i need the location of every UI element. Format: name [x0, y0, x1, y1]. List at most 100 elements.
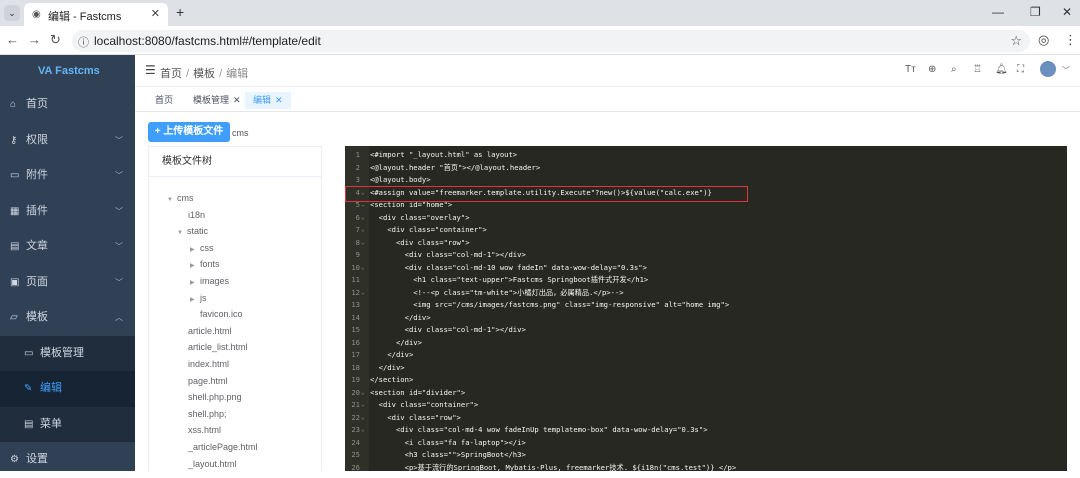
code-line[interactable]: 20 ⌄ <section id="divider"> [345, 387, 1067, 400]
tree-node-folder[interactable]: ▶ fonts [190, 256, 220, 272]
code-line[interactable]: 17 </div> [345, 349, 1067, 362]
fold-toggle-icon[interactable]: ⌄ [361, 224, 365, 237]
tag-edit[interactable]: 编辑 ✕ [245, 92, 291, 109]
code-line[interactable]: 3 <@layout.body> [345, 174, 1067, 187]
fold-toggle-icon[interactable]: ⌄ [361, 412, 365, 425]
tree-node-file[interactable]: article_list.html [188, 339, 248, 355]
key-icon: ⚷ [10, 134, 18, 146]
tree-node-file[interactable]: index.html [188, 356, 229, 372]
font-size-icon[interactable]: Tт [905, 64, 916, 75]
fold-toggle-icon[interactable]: ⌄ [361, 287, 365, 300]
code-line[interactable]: 21 ⌄ <div class="container"> [345, 399, 1067, 412]
code-line[interactable]: 13 <img src="/cms/images/fastcms.png" cl… [345, 299, 1067, 312]
skin-icon[interactable]: ♖ [973, 64, 982, 75]
app-logo[interactable]: VA Fastcms [0, 55, 135, 87]
chevron-down-icon[interactable]: ﹀ [1062, 65, 1070, 76]
tree-node-file[interactable]: i18n [188, 207, 205, 223]
code-line[interactable]: 26 <p>基于流行的SpringBoot, Mybatis-Plus, fre… [345, 462, 1067, 472]
close-window-icon[interactable]: ✕ [1062, 5, 1072, 19]
code-line[interactable]: 7 ⌄ <div class="container"> [345, 224, 1067, 237]
code-line[interactable]: 2 <@layout.header "首页"></@layout.header> [345, 162, 1067, 175]
code-text: <div class="col-md-1"></div> [370, 325, 526, 334]
fold-toggle-icon[interactable]: ⌄ [361, 387, 365, 400]
sidebar-item-edit[interactable]: ✎ 编辑 [0, 371, 135, 407]
sidebar-item-plugins[interactable]: ▦ 插件 ﹀ [0, 194, 135, 230]
new-tab-icon[interactable]: + [176, 4, 184, 20]
fold-toggle-icon[interactable]: ⌄ [361, 237, 365, 250]
code-line[interactable]: 24 <i class="fa fa-laptop"></i> [345, 437, 1067, 450]
code-line[interactable]: 25 <h3 class="">SpringBoot</h3> [345, 449, 1067, 462]
browser-menu-icon[interactable]: ⋮ [1064, 32, 1077, 48]
sidebar-item-articles[interactable]: ▤ 文章 ﹀ [0, 229, 135, 265]
code-editor[interactable]: 1 <#import "_layout.html" as layout> 2 <@la… [345, 146, 1067, 471]
tree-node-file[interactable]: _articlePage.html [188, 439, 258, 455]
tree-node-folder[interactable]: ▶ images [190, 273, 229, 289]
code-line[interactable]: 23 ⌄ <div class="col-md-4 wow fadeInUp te… [345, 424, 1067, 437]
code-line[interactable]: 14 </div> [345, 312, 1067, 325]
code-line[interactable]: 12 ⌄ <!--<p class="tm-white">小橘灯出品，必属精品.<… [345, 287, 1067, 300]
site-info-icon[interactable]: ⓘ [78, 34, 89, 50]
tag-template-manage[interactable]: 模板管理 ✕ [185, 92, 249, 109]
tree-node-file[interactable]: article.html [188, 323, 232, 339]
fold-toggle-icon[interactable]: ⌄ [361, 212, 365, 225]
tree-node-file[interactable]: xss.html [188, 422, 221, 438]
close-icon[interactable]: ✕ [233, 95, 241, 105]
close-icon[interactable]: ✕ [275, 95, 283, 105]
code-line[interactable]: 8 ⌄ <div class="row"> [345, 237, 1067, 250]
code-line[interactable]: 18 </div> [345, 362, 1067, 375]
language-icon[interactable]: ⊕ [928, 64, 936, 75]
account-icon[interactable]: ◎ [1038, 32, 1049, 48]
tree-node-folder[interactable]: ▼ static [177, 223, 208, 239]
minimize-icon[interactable]: — [992, 5, 1004, 19]
tree-node-folder[interactable]: ▶ js [190, 290, 207, 306]
sidebar-item-menu[interactable]: ▤ 菜单 [0, 406, 135, 442]
tree-node-file[interactable]: shell.php; [188, 406, 227, 422]
reload-icon[interactable]: ↻ [50, 32, 61, 48]
tag-home[interactable]: 首页 [147, 92, 182, 109]
fold-toggle-icon[interactable]: ⌄ [361, 399, 365, 412]
breadcrumb-template[interactable]: 模板 [193, 68, 215, 80]
sidebar-item-permissions[interactable]: ⚷ 权限 ﹀ [0, 123, 135, 159]
fold-toggle-icon[interactable]: ⌄ [361, 424, 365, 437]
sidebar-item-home[interactable]: ⌂ 首页 [0, 87, 135, 123]
menu-toggle-icon[interactable]: ☰ [145, 63, 156, 77]
sidebar-item-attachments[interactable]: ▭ 附件 ﹀ [0, 158, 135, 194]
tree-node-file[interactable]: favicon.ico [200, 306, 243, 322]
tree-node-file[interactable]: page.html [188, 373, 228, 389]
code-line[interactable]: 10 ⌄ <div class="col-md-10 wow fadeIn" da… [345, 262, 1067, 275]
fold-toggle-icon[interactable]: ⌄ [361, 262, 365, 275]
browser-tab[interactable]: ◉ 编辑 - Fastcms ✕ [24, 3, 168, 26]
upload-template-button[interactable]: + 上传模板文件 [148, 122, 230, 142]
tree-node-file[interactable]: shell.php.png [188, 389, 242, 405]
tab-search-icon[interactable]: ⌄ [4, 5, 20, 21]
code-line[interactable]: 22 ⌄ <div class="row"> [345, 412, 1067, 425]
code-line[interactable]: 16 </div> [345, 337, 1067, 350]
sidebar-item-templates[interactable]: ▱ 模板 ︿ [0, 300, 135, 336]
code-line[interactable]: 19 </section> [345, 374, 1067, 387]
sidebar-item-pages[interactable]: ▣ 页面 ﹀ [0, 265, 135, 301]
breadcrumb-home[interactable]: 首页 [160, 68, 182, 80]
bell-icon[interactable]: 🔔︎ [995, 64, 1008, 75]
code-line[interactable]: 6 ⌄ <div class="overlay"> [345, 212, 1067, 225]
tree-node-label: fonts [200, 259, 220, 270]
search-icon[interactable]: ⌕ [951, 64, 957, 75]
tree-node-file[interactable]: _layout.html [188, 456, 237, 472]
code-line[interactable]: 11 <h1 class="text-upper">Fastcms Spring… [345, 274, 1067, 287]
code-line[interactable]: 1 <#import "_layout.html" as layout> [345, 149, 1067, 162]
restore-icon[interactable]: ❐ [1030, 5, 1041, 19]
back-icon[interactable]: ← [6, 32, 19, 47]
forward-icon[interactable]: → [28, 32, 41, 47]
url-text[interactable]: localhost:8080/fastcms.html#/template/ed… [94, 34, 321, 48]
sidebar-item-template-manage[interactable]: ▭ 模板管理 [0, 335, 135, 371]
tree-node-folder[interactable]: ▶ css [190, 240, 214, 256]
avatar[interactable] [1040, 61, 1056, 77]
close-tab-icon[interactable]: ✕ [151, 7, 160, 20]
tree-node-label: static [187, 226, 209, 237]
tree-node-folder[interactable]: ▼ cms [167, 190, 194, 206]
fullscreen-icon[interactable]: ⛶ [1017, 64, 1024, 75]
code-line[interactable]: 15 <div class="col-md-1"></div> [345, 324, 1067, 337]
code-line[interactable]: 9 <div class="col-md-1"></div> [345, 249, 1067, 262]
url-field[interactable]: ⓘ localhost:8080/fastcms.html#/template/… [72, 30, 1030, 52]
bookmark-star-icon[interactable]: ☆ [1010, 33, 1022, 49]
sidebar-item-settings[interactable]: ⚙ 设置 [0, 442, 135, 478]
